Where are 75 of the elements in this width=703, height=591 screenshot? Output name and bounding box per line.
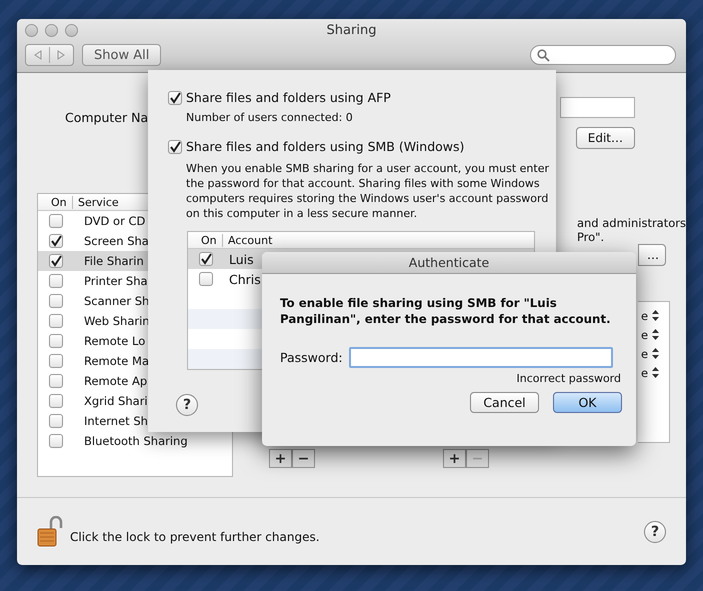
options-button[interactable]: … <box>638 244 666 266</box>
search-icon <box>537 48 550 62</box>
option-label: Share files and folders using SMB (Windows) <box>186 139 464 154</box>
window-control-button[interactable] <box>65 24 78 37</box>
column-header: On <box>38 196 73 208</box>
column-header: On <box>188 234 223 246</box>
stepper-icon[interactable] <box>652 348 660 359</box>
checkbox[interactable] <box>48 434 62 448</box>
description-text: and administrators <box>576 216 686 230</box>
password-label: Password: <box>280 350 343 365</box>
dialog-title: Authenticate <box>262 252 636 274</box>
service-name: Web Sharin <box>83 314 150 328</box>
service-name: Bluetooth Sharing <box>83 434 188 448</box>
checkbox[interactable] <box>48 254 62 268</box>
edit-button[interactable]: Edit… <box>576 127 635 149</box>
computer-name-field[interactable] <box>560 97 635 118</box>
checkbox[interactable] <box>48 294 62 308</box>
checkbox[interactable] <box>198 272 212 286</box>
option-label: Share files and folders using AFP <box>186 90 391 105</box>
error-message: Incorrect password <box>516 372 621 385</box>
window-control-button[interactable] <box>45 24 58 37</box>
permission-popup[interactable]: e <box>640 366 648 380</box>
search-field[interactable] <box>530 45 676 65</box>
checkbox[interactable] <box>168 140 182 154</box>
checkbox[interactable] <box>48 214 62 228</box>
cancel-button[interactable]: Cancel <box>470 392 539 413</box>
checkbox[interactable] <box>198 252 212 266</box>
help-button[interactable]: ? <box>176 394 198 416</box>
checkbox[interactable] <box>48 354 62 368</box>
stepper-icon[interactable] <box>652 310 660 321</box>
checkbox[interactable] <box>168 90 182 104</box>
permission-popup[interactable]: e <box>640 308 648 322</box>
service-name: Remote Ma <box>83 354 149 368</box>
service-name: Internet Sh <box>83 414 148 428</box>
checkbox[interactable] <box>48 234 62 248</box>
column-header: Service <box>77 196 119 208</box>
remove-button[interactable]: − <box>292 449 315 468</box>
checkbox[interactable] <box>48 334 62 348</box>
stepper-icon[interactable] <box>652 329 660 340</box>
password-field[interactable] <box>348 347 613 368</box>
checkbox[interactable] <box>48 374 62 388</box>
ok-button[interactable]: OK <box>553 392 622 413</box>
checkbox[interactable] <box>48 394 62 408</box>
account-name: Chris <box>228 272 261 286</box>
service-name: Remote Ap <box>83 374 148 388</box>
option-note: When you enable SMB sharing for a user account, you must enter the password for that account. Sharing files with some Windows computers requires storing the Windows user's account password on this computer in a less secure manner. <box>186 161 550 221</box>
service-row[interactable]: Bluetooth Sharing <box>38 431 232 451</box>
stepper-icon[interactable] <box>652 367 660 378</box>
service-name: Remote Lo <box>83 334 146 348</box>
unlocked-padlock-icon[interactable] <box>37 516 63 548</box>
option-note: Number of users connected: 0 <box>186 110 354 125</box>
help-button[interactable]: ? <box>644 520 666 542</box>
lock-instructions: Click the lock to prevent further changes. <box>70 530 320 544</box>
checkbox[interactable] <box>48 274 62 288</box>
window-title: Sharing <box>326 22 376 38</box>
service-name: DVD or CD <box>83 214 146 228</box>
service-name: Printer Sha <box>83 274 148 288</box>
service-name: Screen Sha <box>83 234 149 248</box>
service-name: File Sharin <box>83 254 144 268</box>
column-header: Account <box>227 234 272 246</box>
checkbox[interactable] <box>48 314 62 328</box>
window-control-button[interactable] <box>25 24 38 37</box>
dialog-message: To enable file sharing using SMB for "Luis Pangilinan", enter the password for that account. <box>280 295 612 327</box>
permission-popup[interactable]: e <box>640 346 648 360</box>
back-icon[interactable] <box>33 50 43 60</box>
forward-icon[interactable] <box>56 50 66 60</box>
add-button[interactable]: + <box>442 449 466 468</box>
computer-name-label: Computer Na <box>65 110 148 127</box>
add-button[interactable]: + <box>268 449 292 468</box>
checkbox[interactable] <box>48 414 62 428</box>
description-text: Pro". <box>576 230 606 244</box>
show-all-button[interactable]: Show All <box>82 44 162 66</box>
service-name: Xgrid Shari <box>83 394 148 408</box>
permission-popup[interactable]: e <box>640 328 648 342</box>
navigation-buttons[interactable] <box>25 44 74 66</box>
